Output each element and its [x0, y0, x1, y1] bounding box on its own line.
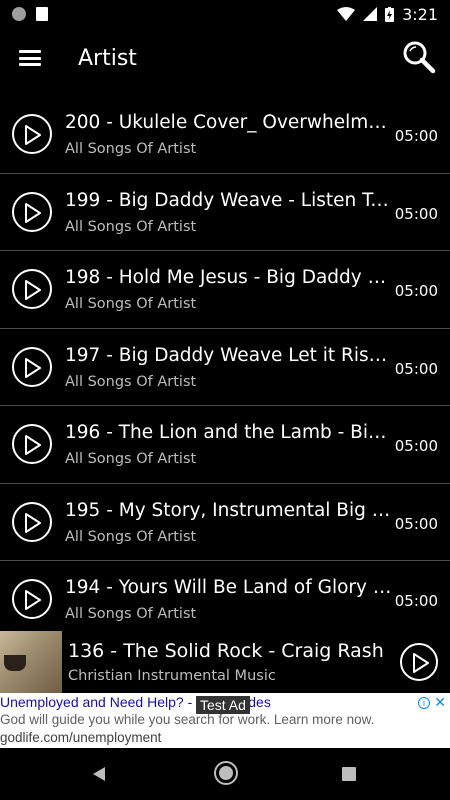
- play-icon: [25, 357, 41, 378]
- play-icon: [25, 280, 41, 300]
- test-ad-label: Test Ad: [196, 696, 250, 714]
- song-subtitle: All Songs Of Artist: [65, 451, 197, 467]
- play-button[interactable]: [12, 191, 52, 232]
- play-icon: [25, 435, 41, 455]
- play-button[interactable]: [12, 424, 52, 464]
- song-subtitle: All Songs Of Artist: [65, 528, 197, 545]
- song-subtitle: All Songs Of Artist: [65, 606, 197, 622]
- back-icon[interactable]: [92, 766, 106, 782]
- signal-icon: [363, 7, 378, 21]
- play-button[interactable]: [12, 501, 52, 542]
- ad-body[interactable]: God will guide you while you search for …: [0, 712, 374, 727]
- song-title: 197 - Big Daddy Weave Let it Rise- Live: [65, 344, 395, 366]
- song-row[interactable]: 197 - Big Daddy Weave Let it Rise- Live …: [0, 329, 450, 406]
- song-subtitle: All Songs Of Artist: [65, 218, 197, 235]
- page-title: Artist: [78, 45, 137, 71]
- song-row[interactable]: 198 - Hold Me Jesus - Big Daddy Weave Al…: [0, 251, 450, 329]
- menu-button[interactable]: [0, 28, 60, 88]
- play-icon: [25, 125, 41, 145]
- now-playing-bar[interactable]: 136 - The Solid Rock - Craig Rash Christ…: [0, 631, 450, 693]
- status-bar: 3:21: [0, 0, 450, 28]
- song-row[interactable]: 194 - Yours Will Be Land of Glory - Big …: [0, 561, 450, 632]
- ad-banner[interactable]: Unemployed and Need Help? - God Guides G…: [0, 693, 450, 748]
- song-title: 195 - My Story, Instrumental Big Daddy W…: [65, 499, 395, 521]
- song-title: 194 - Yours Will Be Land of Glory - Big …: [65, 577, 395, 598]
- ad-close-icon[interactable]: ✕: [434, 694, 446, 711]
- battery-charging-icon: [385, 6, 395, 22]
- song-title: 199 - Big Daddy Weave - Listen To The So…: [65, 189, 395, 211]
- song-subtitle: All Songs Of Artist: [65, 373, 197, 390]
- play-button[interactable]: [12, 579, 52, 619]
- now-playing-play-button[interactable]: [400, 643, 438, 681]
- ad-info-icon[interactable]: i: [418, 697, 430, 709]
- menu-icon: [19, 50, 41, 66]
- sd-card-icon: [36, 7, 48, 21]
- song-title: 200 - Ukulele Cover_ Overwhelmed - Big D…: [65, 112, 395, 133]
- song-title: 198 - Hold Me Jesus - Big Daddy Weave: [65, 267, 395, 288]
- song-row[interactable]: 196 - The Lion and the Lamb - Big Daddy …: [0, 406, 450, 484]
- now-playing-subtitle: Christian Instrumental Music: [68, 668, 276, 684]
- song-duration: 05:00: [394, 204, 438, 223]
- song-title: 196 - The Lion and the Lamb - Big Daddy …: [65, 422, 395, 443]
- song-row[interactable]: 199 - Big Daddy Weave - Listen To The So…: [0, 174, 450, 251]
- recents-icon[interactable]: [342, 767, 356, 781]
- status-time: 3:21: [402, 4, 438, 24]
- ad-url[interactable]: godlife.com/unemployment: [0, 730, 161, 745]
- song-duration: 05:00: [394, 282, 438, 300]
- wifi-icon: [337, 7, 356, 21]
- song-subtitle: All Songs Of Artist: [65, 296, 197, 312]
- song-duration: 05:00: [394, 437, 438, 455]
- song-duration: 05:00: [394, 592, 438, 610]
- play-icon: [25, 590, 41, 610]
- system-nav-bar: [0, 748, 450, 800]
- song-duration: 05:00: [394, 514, 438, 533]
- song-row[interactable]: 195 - My Story, Instrumental Big Daddy W…: [0, 484, 450, 561]
- play-icon: [413, 653, 429, 673]
- play-icon: [25, 512, 41, 533]
- home-icon[interactable]: [216, 763, 236, 783]
- now-playing-title: 136 - The Solid Rock - Craig Rash: [68, 640, 384, 662]
- search-button[interactable]: [402, 40, 436, 74]
- notification-dot-icon: [12, 7, 26, 21]
- play-button[interactable]: [12, 114, 52, 154]
- play-icon: [25, 202, 41, 223]
- song-list: 200 - Ukulele Cover_ Overwhelmed - Big D…: [0, 96, 450, 632]
- song-duration: 05:00: [394, 127, 438, 145]
- coffee-cup-image: [4, 655, 26, 671]
- app-bar: Artist: [0, 28, 450, 88]
- album-art: [0, 631, 62, 693]
- play-button[interactable]: [12, 346, 52, 387]
- search-icon: [403, 41, 436, 74]
- song-duration: 05:00: [394, 359, 438, 378]
- song-subtitle: All Songs Of Artist: [65, 141, 197, 157]
- song-row[interactable]: 200 - Ukulele Cover_ Overwhelmed - Big D…: [0, 96, 450, 174]
- play-button[interactable]: [12, 269, 52, 309]
